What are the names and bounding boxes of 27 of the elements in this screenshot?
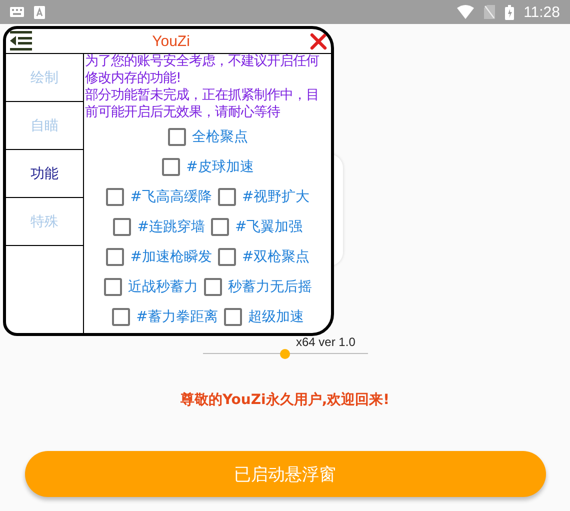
slider[interactable] (202, 349, 368, 359)
option-checkbox[interactable]: #加速枪瞬发 (106, 248, 212, 266)
option-checkbox[interactable]: #视野扩大 (218, 188, 310, 206)
option-checkbox[interactable]: #飞翼加强 (211, 218, 303, 236)
option-checkbox[interactable]: #飞高高缓降 (106, 188, 212, 206)
option-checkbox[interactable]: #连跳穿墙 (113, 218, 205, 236)
wifi-icon (456, 5, 474, 19)
notice-text: 为了您的账号安全考虑，不建议开启任何修改内存的功能! (85, 54, 320, 87)
app-notification-icon (34, 6, 45, 18)
welcome-message: 尊敬的YouZi永久用户,欢迎回来! (180, 391, 390, 409)
panel-title: YouZi (151, 32, 191, 50)
option-checkbox[interactable]: #蓄力拳距离 (112, 308, 218, 326)
notice-text: 部分功能暂未完成，正在抓紧制作中，目前可能开启后无效果，请耐心等待 (85, 88, 320, 121)
close-icon[interactable] (310, 32, 327, 50)
option-checkbox[interactable]: #皮球加速 (162, 158, 254, 176)
option-checkbox[interactable]: 近战秒蓄力 (104, 278, 198, 296)
option-checkbox[interactable]: #双枪聚点 (218, 248, 310, 266)
slider-thumb[interactable] (280, 349, 290, 359)
menu-icon[interactable] (10, 31, 32, 51)
clock: 11:28 (524, 4, 560, 20)
no-sim-icon (484, 5, 495, 19)
keyboard-icon (10, 7, 24, 17)
version-label: x64 ver 1.0 (296, 336, 356, 349)
option-checkbox[interactable]: 全枪聚点 (168, 128, 248, 146)
option-checkbox[interactable]: 超级加速 (224, 308, 304, 326)
option-checkbox[interactable]: 秒蓄力无后摇 (204, 278, 312, 296)
battery-charging-icon (504, 4, 514, 20)
